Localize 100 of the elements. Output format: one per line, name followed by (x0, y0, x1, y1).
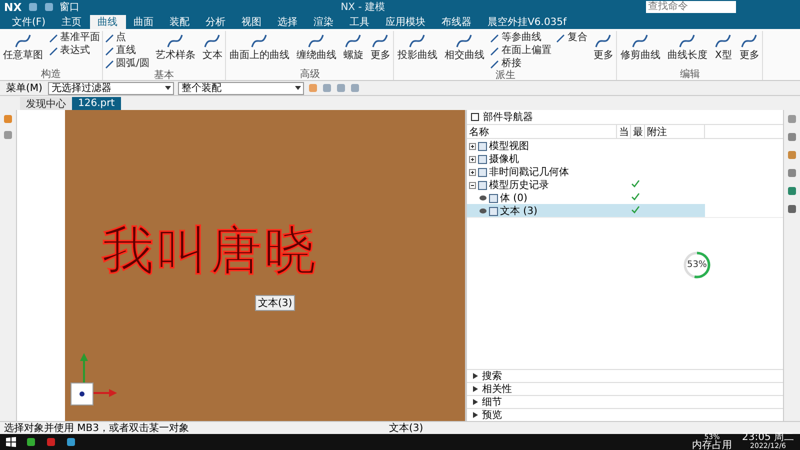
memory-gauge: 53% (682, 250, 712, 280)
curve-icon (371, 32, 390, 50)
tree-row[interactable]: 文本 (3) (467, 204, 705, 217)
menu-tab[interactable]: 分析 (198, 15, 234, 29)
tree-row[interactable]: 非时间戳记几何体 (467, 165, 705, 178)
menu-tab[interactable]: 文件(F) (4, 15, 54, 29)
ribbon-tool[interactable]: 点 (105, 32, 150, 44)
ribbon-tool[interactable]: 等参曲线 (490, 32, 552, 44)
ribbon-tool[interactable]: 更多 (369, 32, 392, 61)
ribbon-tool[interactable]: 桥接 (490, 58, 552, 70)
tree-row[interactable]: 模型视图 (467, 139, 705, 152)
group-label: 派生 (494, 70, 516, 81)
windows-start-icon[interactable] (6, 437, 16, 447)
ribbon-tool[interactable]: 螺旋 (342, 32, 364, 61)
tree-label: 非时间戳记几何体 (489, 166, 569, 179)
ribbon-tool[interactable]: 圆弧/圆 (105, 58, 150, 70)
ribbon-tool[interactable]: 基准平面 (49, 32, 100, 44)
ribbon-tool[interactable]: 曲线长度 (666, 32, 708, 61)
tree-row[interactable]: 体 (0) (467, 191, 705, 204)
ribbon-tool[interactable]: 表达式 (49, 45, 100, 57)
menu-tab[interactable]: 曲线 (90, 15, 126, 29)
menu-tab[interactable]: 曲面 (126, 15, 162, 29)
panel-section[interactable]: 细节 (467, 395, 783, 408)
line-icon (49, 46, 58, 56)
ribbon-tool[interactable]: 直线 (105, 45, 150, 57)
line-icon (105, 60, 114, 68)
curve-icon (714, 32, 732, 50)
curve-icon (455, 32, 474, 50)
ribbon-tool[interactable]: 投影曲线 (396, 32, 438, 61)
curve-icon (631, 32, 650, 50)
panel-section[interactable]: 搜索 (467, 369, 783, 382)
app-logo: NX (4, 0, 22, 14)
scope-dropdown[interactable]: 整个装配 (178, 82, 304, 94)
column-header[interactable]: 附注 (645, 125, 705, 138)
ribbon-tool[interactable]: 更多 (738, 32, 760, 61)
graphics-canvas[interactable]: 我叫唐晓 文本(3) (65, 110, 465, 421)
expand-icon[interactable] (469, 168, 476, 176)
column-header[interactable]: 名称 (467, 125, 617, 138)
expand-arrow-icon (473, 412, 478, 418)
ribbon-tool[interactable]: 相交曲线 (443, 32, 486, 61)
document-tab[interactable]: 发现中心 (20, 97, 72, 110)
curve-icon (740, 32, 758, 50)
tree-label: 模型视图 (489, 140, 529, 153)
group-label: 高级 (298, 69, 321, 80)
menu-button[interactable]: 菜单(M) (4, 81, 44, 95)
window-menu[interactable]: 窗口 (60, 0, 80, 14)
curve-icon (594, 32, 612, 50)
curve-icon (408, 32, 426, 50)
column-header[interactable]: 最 (631, 125, 645, 138)
selection-label: 文本(3) (255, 295, 296, 311)
expand-arrow-icon (473, 386, 478, 392)
search-field[interactable]: 查找命令 (646, 1, 736, 13)
expand-arrow-icon (473, 373, 478, 379)
menu-tab[interactable]: 布线器 (434, 15, 480, 29)
menu-tab[interactable]: 工具 (342, 15, 378, 29)
menu-tab[interactable]: 装配 (162, 15, 198, 29)
tree-label: 体 (0) (500, 192, 528, 205)
panel-section[interactable]: 相关性 (467, 382, 783, 395)
menu-tab[interactable]: 应用模块 (378, 15, 434, 29)
memory-label: 内存占用 (692, 441, 732, 450)
expand-arrow-icon (473, 399, 478, 405)
panel-title: 部件导航器 (483, 110, 533, 124)
tree-row[interactable]: 模型历史记录 (467, 178, 705, 191)
ribbon-tool[interactable]: 曲面上的曲线 (228, 32, 290, 61)
expand-icon[interactable] (469, 156, 476, 162)
ribbon-tool[interactable]: 任意草图 (2, 32, 44, 61)
tree-row[interactable]: 摄像机 (467, 152, 705, 165)
canvas-text: 我叫唐晓 (102, 224, 318, 276)
group-label: 构造 (40, 69, 62, 80)
tree-label: 摄像机 (489, 152, 519, 166)
menu-tab[interactable]: 选择 (270, 15, 306, 29)
curve-icon (166, 32, 184, 50)
expand-icon[interactable] (469, 142, 476, 150)
ribbon-tool[interactable]: 修剪曲线 (619, 32, 662, 61)
line-icon (105, 46, 114, 56)
filter-dropdown[interactable]: 无选择过滤器 (48, 82, 174, 94)
column-header[interactable]: 当 (617, 125, 631, 138)
curve-icon (203, 32, 222, 50)
document-tab[interactable]: 126.prt (72, 97, 121, 110)
panel-icon (471, 113, 479, 121)
curve-icon (678, 32, 696, 50)
group-label: 基本 (153, 70, 176, 81)
ribbon-tool[interactable]: 缠绕曲线 (295, 32, 338, 61)
ribbon-tool[interactable]: 艺术样条 (154, 32, 196, 61)
ribbon-tool[interactable]: X型 (713, 32, 734, 61)
menu-tab[interactable]: 渲染 (306, 15, 342, 29)
ribbon-tool[interactable]: 文本 (201, 32, 224, 61)
ribbon-tool[interactable]: 复合 (556, 32, 588, 44)
line-icon (105, 34, 114, 42)
ribbon-tool[interactable]: 更多 (592, 32, 614, 61)
menu-tab[interactable]: 晨空外挂V6.035f (480, 15, 575, 29)
line-icon (556, 34, 566, 42)
ribbon-tool[interactable]: 在面上偏置 (490, 45, 552, 57)
line-icon (490, 60, 500, 68)
menu-tab[interactable]: 视图 (234, 15, 270, 29)
curve-icon (250, 32, 268, 50)
collapse-icon[interactable] (469, 182, 476, 188)
tree-label: 文本 (3) (500, 204, 538, 218)
tree-label: 模型历史记录 (489, 178, 549, 192)
menu-tab[interactable]: 主页 (54, 15, 90, 29)
